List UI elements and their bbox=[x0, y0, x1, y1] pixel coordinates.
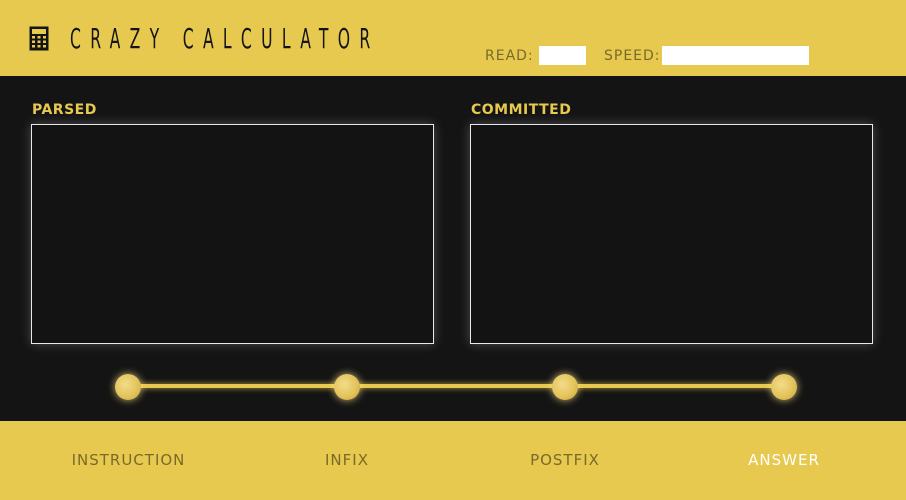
step-track bbox=[128, 384, 784, 388]
speed-input[interactable] bbox=[662, 46, 809, 65]
parsed-panel bbox=[31, 124, 434, 344]
step-knob-postfix[interactable] bbox=[552, 374, 578, 400]
step-knob-answer[interactable] bbox=[771, 374, 797, 400]
read-input[interactable] bbox=[539, 46, 586, 65]
tab-answer[interactable]: ANSWER bbox=[734, 450, 834, 470]
tab-instruction[interactable]: INSTRUCTION bbox=[60, 450, 197, 470]
tab-postfix[interactable]: POSTFIX bbox=[515, 450, 615, 470]
committed-label: COMMITTED bbox=[471, 102, 572, 118]
calculator-icon bbox=[29, 26, 49, 51]
parsed-label: PARSED bbox=[32, 102, 97, 118]
step-knob-instruction[interactable] bbox=[115, 374, 141, 400]
committed-panel bbox=[470, 124, 873, 344]
app-title: CRAZY CALCULATOR bbox=[70, 22, 380, 55]
speed-label: SPEED: bbox=[604, 48, 661, 64]
app-header: CRAZY CALCULATOR READ: SPEED: bbox=[0, 0, 906, 76]
step-knob-infix[interactable] bbox=[334, 374, 360, 400]
tab-infix[interactable]: INFIX bbox=[297, 450, 397, 470]
read-label: READ: bbox=[485, 48, 534, 64]
